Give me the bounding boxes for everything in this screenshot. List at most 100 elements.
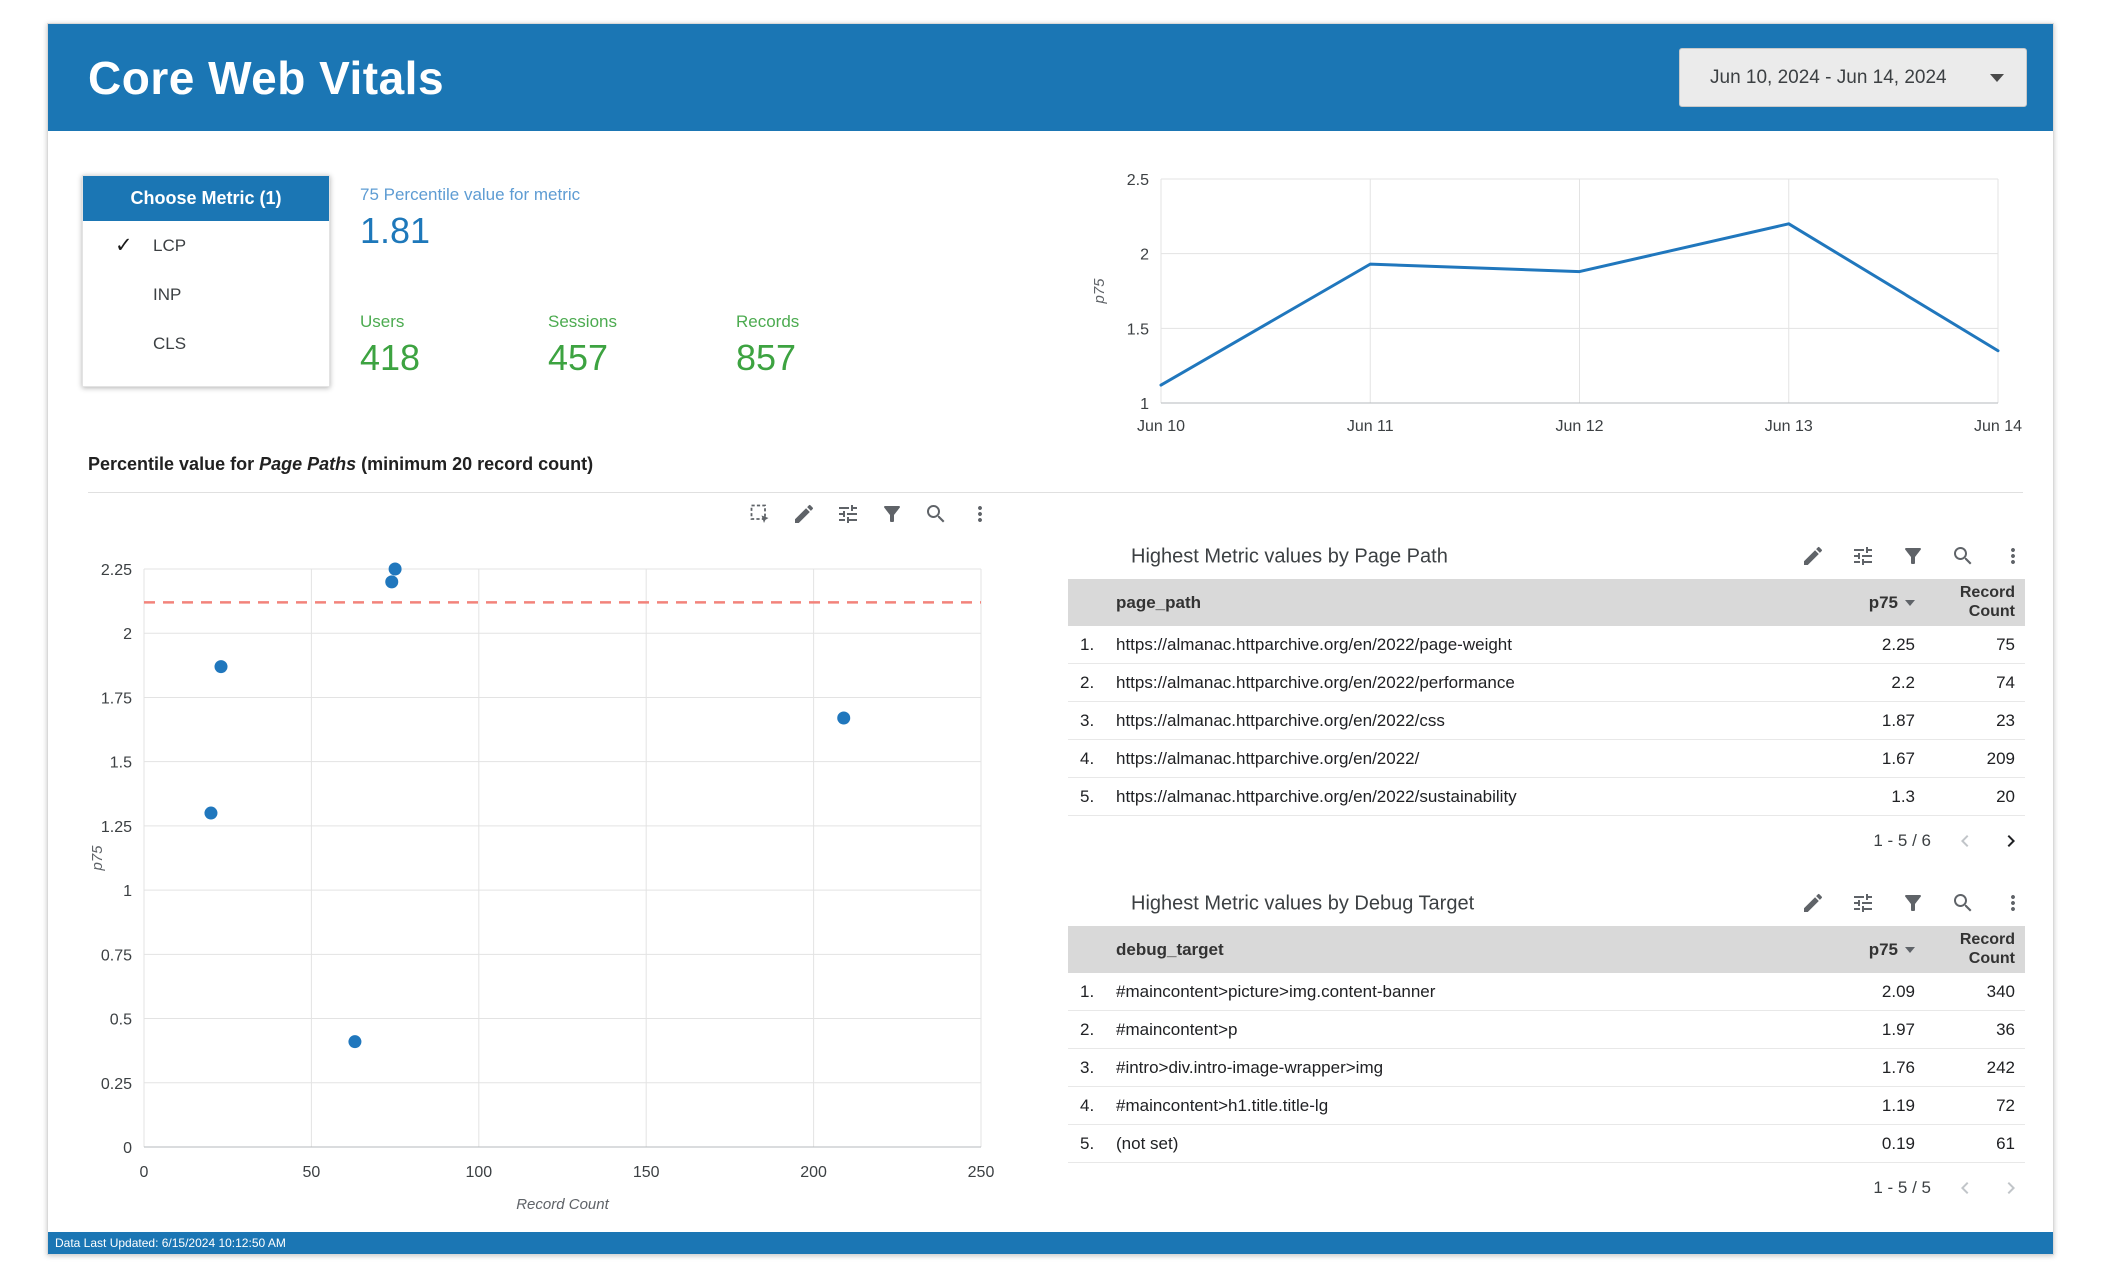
svg-text:250: 250 bbox=[968, 1164, 995, 1181]
row-index: 5. bbox=[1080, 786, 1095, 806]
column-header-p75-label: p75 bbox=[1868, 939, 1898, 959]
row-record-count: 74 bbox=[1996, 672, 2015, 692]
metric-option-lcp[interactable]: ✓ LCP bbox=[83, 221, 329, 270]
column-header-key[interactable]: page_path bbox=[1116, 593, 1785, 613]
sort-desc-icon bbox=[1905, 599, 1915, 606]
selection-icon[interactable] bbox=[748, 502, 772, 526]
edit-icon[interactable] bbox=[792, 502, 816, 526]
svg-text:Record Count: Record Count bbox=[516, 1196, 609, 1212]
more-vert-icon[interactable] bbox=[2001, 544, 2025, 568]
svg-text:Jun 10: Jun 10 bbox=[1137, 418, 1185, 435]
metric-option-inp[interactable]: INP bbox=[83, 270, 329, 319]
tune-icon[interactable] bbox=[836, 502, 860, 526]
more-vert-icon[interactable] bbox=[968, 502, 992, 526]
filter-icon[interactable] bbox=[1901, 891, 1925, 915]
more-vert-icon[interactable] bbox=[2001, 891, 2025, 915]
row-p75-value: 1.67 bbox=[1881, 748, 1915, 768]
table-row: 3. #intro>div.intro-image-wrapper>img 1.76… bbox=[1068, 1049, 2025, 1087]
table-row: 1. https://almanac.httparchive.org/en/202… bbox=[1068, 626, 2025, 664]
scatter-chart[interactable]: 0 50 100 150 200 250 0 0.25 0.5 0.75 1 1.25 1.5 1.75 2… bbox=[88, 557, 1008, 1213]
table-column-headers: page_path p75 Record Count bbox=[1068, 579, 2025, 626]
chevron-right-icon[interactable] bbox=[1999, 1176, 2023, 1200]
chevron-left-icon[interactable] bbox=[1953, 829, 1977, 853]
row-index: 3. bbox=[1080, 710, 1095, 730]
scorecard-label: Records bbox=[736, 312, 800, 331]
table-title: Highest Metric values by Debug Target bbox=[1131, 892, 1475, 914]
table-body: 1. https://almanac.httparchive.org/en/202… bbox=[1068, 626, 2025, 816]
row-key: https://almanac.httparchive.org/en/2022/ bbox=[1116, 748, 1420, 768]
edit-icon[interactable] bbox=[1801, 891, 1825, 915]
filter-icon[interactable] bbox=[880, 502, 904, 526]
column-header-p75[interactable]: p75 bbox=[1785, 940, 1915, 960]
row-index: 4. bbox=[1080, 1095, 1095, 1115]
zoom-icon[interactable] bbox=[1951, 891, 1975, 915]
timeseries-chart-container: Jun 10 Jun 11 Jun 12 Jun 13 Jun 14 1 1.5 2 2.5 p7… bbox=[1088, 164, 2058, 449]
zoom-icon[interactable] bbox=[924, 502, 948, 526]
metric-option-cls[interactable]: CLS bbox=[83, 319, 329, 368]
svg-text:100: 100 bbox=[465, 1164, 492, 1181]
table-row: 3. https://almanac.httparchive.org/en/202… bbox=[1068, 702, 2025, 740]
row-p75-value: 2.09 bbox=[1881, 981, 1915, 1001]
row-key: (not set) bbox=[1116, 1133, 1179, 1153]
row-index: 5. bbox=[1080, 1133, 1095, 1153]
debug-target-table: Highest Metric values by Debug Target de… bbox=[1068, 881, 2025, 1213]
zoom-icon[interactable] bbox=[1951, 544, 1975, 568]
row-index: 2. bbox=[1080, 1019, 1095, 1039]
date-range-selector[interactable]: Jun 10, 2024 - Jun 14, 2024 bbox=[1679, 48, 2027, 107]
chevron-left-icon[interactable] bbox=[1953, 1176, 1977, 1200]
edit-icon[interactable] bbox=[1801, 544, 1825, 568]
footer-bar: Data Last Updated: 6/15/2024 10:12:50 AM bbox=[48, 1232, 2053, 1254]
row-p75-value: 1.3 bbox=[1891, 786, 1915, 806]
column-header-count[interactable]: Record Count bbox=[1915, 931, 2015, 969]
row-key: https://almanac.httparchive.org/en/2022/… bbox=[1116, 710, 1445, 730]
svg-text:0.5: 0.5 bbox=[110, 1012, 132, 1029]
row-record-count: 72 bbox=[1996, 1095, 2015, 1115]
table-toolbar bbox=[1801, 891, 2025, 915]
table-row: 2. #maincontent>p 1.97 36 bbox=[1068, 1011, 2025, 1049]
row-index: 4. bbox=[1080, 748, 1095, 768]
scatter-chart-toolbar bbox=[748, 502, 992, 526]
scorecard-label: Sessions bbox=[548, 312, 617, 331]
svg-text:200: 200 bbox=[800, 1164, 827, 1181]
filter-icon[interactable] bbox=[1901, 544, 1925, 568]
chevron-right-icon[interactable] bbox=[1999, 829, 2023, 853]
scorecard-users: Users 418 bbox=[360, 311, 420, 379]
svg-text:0: 0 bbox=[140, 1164, 149, 1181]
row-key: https://almanac.httparchive.org/en/2022/… bbox=[1116, 672, 1515, 692]
section-title-italic: Page Paths bbox=[259, 454, 357, 474]
timeseries-chart[interactable]: Jun 10 Jun 11 Jun 12 Jun 13 Jun 14 1 1.5 2 2.5 p7… bbox=[1088, 164, 2058, 449]
section-title-prefix: Percentile value for bbox=[88, 454, 260, 474]
scorecard-value: 418 bbox=[360, 337, 421, 378]
tune-icon[interactable] bbox=[1851, 891, 1875, 915]
table-header-area: Highest Metric values by Page Path bbox=[1068, 534, 2025, 579]
column-header-p75[interactable]: p75 bbox=[1785, 593, 1915, 613]
tune-icon[interactable] bbox=[1851, 544, 1875, 568]
scorecard-percentile: 75 Percentile value for metric 1.81 bbox=[360, 184, 580, 252]
svg-text:p75: p75 bbox=[89, 845, 106, 872]
section-title-suffix: (minimum 20 record count) bbox=[356, 454, 594, 474]
row-p75-value: 1.76 bbox=[1881, 1057, 1915, 1077]
row-p75-value: 0.19 bbox=[1881, 1133, 1915, 1153]
row-p75-value: 1.19 bbox=[1881, 1095, 1915, 1115]
svg-text:1.25: 1.25 bbox=[101, 819, 132, 836]
last-updated-text: Data Last Updated: 6/15/2024 10:12:50 AM bbox=[55, 1236, 286, 1250]
svg-text:Jun 12: Jun 12 bbox=[1555, 418, 1603, 435]
metric-option-label: INP bbox=[153, 284, 182, 304]
scorecard-value: 457 bbox=[548, 337, 609, 378]
row-record-count: 36 bbox=[1996, 1019, 2015, 1039]
metric-selector-header: Choose Metric (1) bbox=[83, 176, 329, 221]
row-p75-value: 1.97 bbox=[1881, 1019, 1915, 1039]
scorecard-value: 1.81 bbox=[360, 210, 431, 251]
row-index: 1. bbox=[1080, 634, 1095, 654]
column-header-key[interactable]: debug_target bbox=[1116, 940, 1785, 960]
row-record-count: 75 bbox=[1996, 634, 2015, 654]
svg-text:0: 0 bbox=[123, 1140, 132, 1157]
page-range-label: 1 - 5 / 5 bbox=[1873, 1178, 1931, 1197]
pagination: 1 - 5 / 5 bbox=[1068, 1163, 2025, 1213]
svg-text:1.75: 1.75 bbox=[101, 690, 132, 707]
column-header-count[interactable]: Record Count bbox=[1915, 584, 2015, 622]
row-p75-value: 1.87 bbox=[1881, 710, 1915, 730]
svg-text:p75: p75 bbox=[1091, 278, 1108, 305]
table-column-headers: debug_target p75 Record Count bbox=[1068, 926, 2025, 973]
row-record-count: 61 bbox=[1996, 1133, 2015, 1153]
